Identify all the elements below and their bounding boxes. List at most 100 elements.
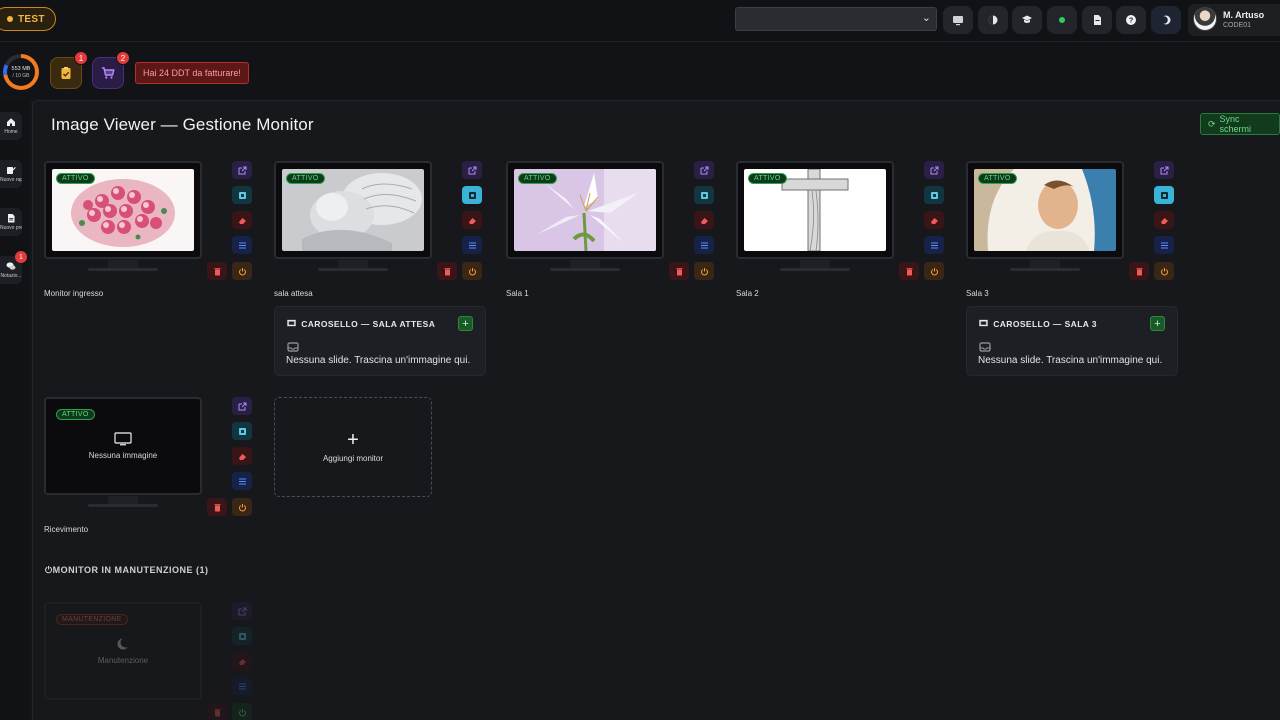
open-monitor-button[interactable] xyxy=(232,161,252,179)
carousel-button[interactable] xyxy=(232,186,252,204)
add-monitor-card[interactable]: + Aggiungi monitor xyxy=(274,397,432,497)
status-dot-icon[interactable] xyxy=(1047,6,1077,34)
clipboard-check-icon xyxy=(61,67,71,79)
monitor-screen[interactable]: ATTIVO xyxy=(506,161,664,259)
monitor-screen[interactable]: ATTIVO xyxy=(966,161,1124,259)
power-button[interactable] xyxy=(232,262,252,280)
maintenance-text: Manutenzione xyxy=(97,656,149,665)
power-button[interactable] xyxy=(924,262,944,280)
refresh-icon: ⟳ xyxy=(1208,118,1216,129)
delete-monitor-button[interactable] xyxy=(207,262,227,280)
carousel-button[interactable] xyxy=(462,186,482,204)
clear-image-button[interactable] xyxy=(232,652,252,670)
cart-button[interactable]: 2 xyxy=(92,51,130,89)
clear-image-button[interactable] xyxy=(694,211,714,229)
external-link-icon xyxy=(700,166,708,174)
power-button[interactable] xyxy=(232,498,252,516)
ddt-alert[interactable]: Hai 24 DDT da fatturare! xyxy=(135,62,249,84)
settings-button[interactable] xyxy=(924,236,944,254)
add-slide-button[interactable]: + xyxy=(458,316,473,331)
power-icon xyxy=(930,267,938,275)
carousel-button[interactable] xyxy=(232,627,252,645)
status-badge: ATTIVO xyxy=(518,173,557,184)
disk-total: / 10 GB xyxy=(12,72,30,79)
delete-monitor-button[interactable] xyxy=(437,262,457,280)
carousel-panel-sala-3[interactable]: 🎞 CAROSELLO — SALA 3 + Nessuna slide. Tra… xyxy=(966,306,1178,376)
theme-icon[interactable] xyxy=(1151,6,1181,34)
delete-monitor-button[interactable] xyxy=(899,262,919,280)
carousel-button[interactable] xyxy=(232,422,252,440)
document-icon xyxy=(8,214,15,223)
clear-image-button[interactable] xyxy=(232,211,252,229)
power-icon xyxy=(1160,267,1168,275)
delete-monitor-button[interactable] xyxy=(1129,262,1149,280)
carousel-button[interactable] xyxy=(924,186,944,204)
power-button[interactable] xyxy=(462,262,482,280)
environment-badge: TEST xyxy=(0,7,56,31)
sync-screens-button[interactable]: ⟳ Sync schermi xyxy=(1200,113,1280,135)
settings-button[interactable] xyxy=(232,472,252,490)
status-badge: ATTIVO xyxy=(56,409,95,420)
settings-button[interactable] xyxy=(694,236,714,254)
help-icon[interactable]: ? xyxy=(1116,6,1146,34)
external-link-icon xyxy=(238,166,246,174)
monitor-stand xyxy=(570,260,600,268)
settings-button[interactable] xyxy=(232,677,252,695)
monitor-screen[interactable]: ATTIVO xyxy=(736,161,894,259)
sidebar-item-nuovo-rapportino[interactable]: Nuovo rap... xyxy=(0,160,22,188)
delete-monitor-button[interactable] xyxy=(207,703,227,720)
tasks-count: 1 xyxy=(74,51,88,65)
monitor-screen[interactable]: MANUTENZIONE Manutenzione xyxy=(44,602,202,700)
contrast-icon[interactable] xyxy=(978,6,1008,34)
monitor-screen[interactable]: ATTIVO Nessuna immagine xyxy=(44,397,202,495)
eraser-icon xyxy=(1160,217,1168,224)
monitor-base xyxy=(780,268,850,271)
power-on-button[interactable] xyxy=(232,703,252,720)
open-monitor-button[interactable] xyxy=(232,397,252,415)
settings-button[interactable] xyxy=(232,236,252,254)
home-icon xyxy=(7,118,15,126)
open-monitor-button[interactable] xyxy=(462,161,482,179)
top-select-dropdown[interactable]: ⌄ xyxy=(735,7,937,31)
eraser-icon xyxy=(238,217,246,224)
sidebar-item-home[interactable]: Home xyxy=(0,112,22,140)
carousel-empty-message: Nessuna slide. Trascina un'immagine qui. xyxy=(978,355,1163,366)
delete-monitor-button[interactable] xyxy=(207,498,227,516)
open-monitor-button[interactable] xyxy=(1154,161,1174,179)
document-icon[interactable] xyxy=(1082,6,1112,34)
disk-used: 553 MB xyxy=(11,65,31,72)
add-slide-button[interactable]: + xyxy=(1150,316,1165,331)
power-icon xyxy=(700,267,708,275)
external-link-icon xyxy=(238,402,246,410)
carousel-button[interactable] xyxy=(1154,186,1174,204)
sidebar-item-notazioni[interactable]: Notazio... 1 xyxy=(0,251,27,284)
open-monitor-button[interactable] xyxy=(232,602,252,620)
trash-icon xyxy=(214,503,220,511)
trash-icon xyxy=(906,267,912,275)
tasks-button[interactable]: 1 xyxy=(50,51,88,89)
monitor-icon[interactable] xyxy=(943,6,973,34)
monitor-stand xyxy=(338,260,368,268)
open-monitor-button[interactable] xyxy=(924,161,944,179)
film-icon xyxy=(238,191,246,199)
settings-button[interactable] xyxy=(1154,236,1174,254)
monitor-screen[interactable]: ATTIVO xyxy=(44,161,202,259)
clear-image-button[interactable] xyxy=(924,211,944,229)
trash-icon xyxy=(444,267,450,275)
user-menu[interactable]: M. Artuso CODE01 xyxy=(1188,4,1280,36)
monitor-screen[interactable]: ATTIVO xyxy=(274,161,432,259)
sidebar-item-nuovo-preventivo[interactable]: Nuovo pre... xyxy=(0,208,22,236)
power-button[interactable] xyxy=(1154,262,1174,280)
clear-image-button[interactable] xyxy=(462,211,482,229)
settings-button[interactable] xyxy=(462,236,482,254)
clear-image-button[interactable] xyxy=(232,447,252,465)
ticket-icon[interactable] xyxy=(1012,6,1042,34)
delete-monitor-button[interactable] xyxy=(669,262,689,280)
clear-image-button[interactable] xyxy=(1154,211,1174,229)
carousel-button[interactable] xyxy=(694,186,714,204)
power-button[interactable] xyxy=(694,262,714,280)
open-monitor-button[interactable] xyxy=(694,161,714,179)
monitor-card: ATTIVO Sala 3 xyxy=(966,161,1176,301)
moon-icon xyxy=(117,637,130,650)
carousel-panel-sala-attesa[interactable]: 🎞 CAROSELLO — SALA ATTESA + Nessuna slide… xyxy=(274,306,486,376)
